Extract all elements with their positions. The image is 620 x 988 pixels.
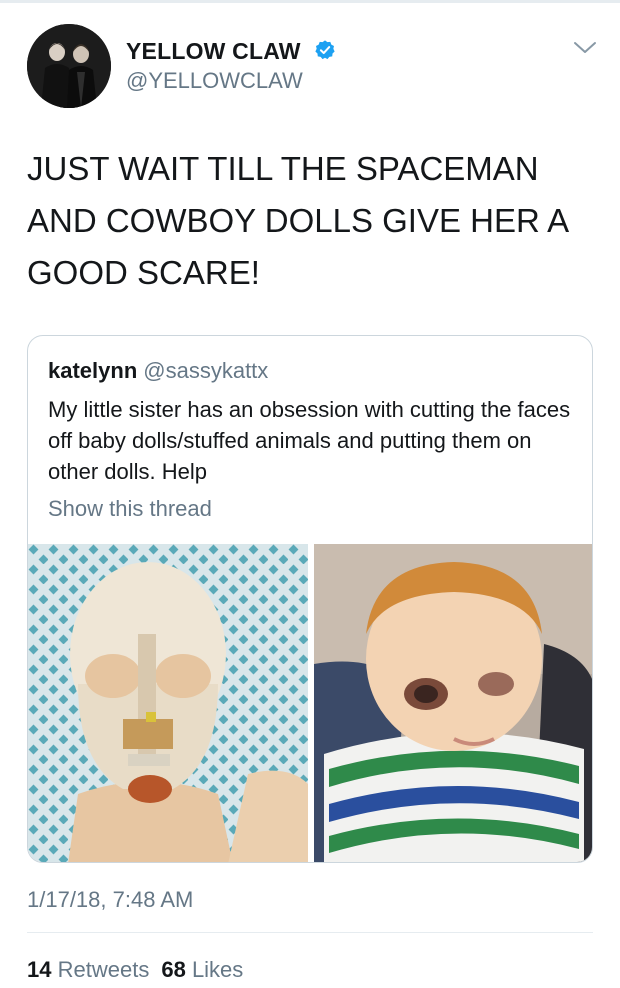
quoted-tweet-card[interactable]: katelynn @sassykattx My little sister has… <box>27 335 593 863</box>
retweets-label: Retweets <box>57 957 150 982</box>
media-image-1[interactable] <box>28 544 308 862</box>
verified-badge-icon <box>315 40 335 60</box>
quoted-tweet-media <box>28 544 592 862</box>
media-image-2[interactable] <box>314 544 592 862</box>
avatar-photo-icon <box>27 24 111 108</box>
retweets-count: 14 <box>27 957 52 982</box>
retweets-stat[interactable]: 14 Retweets <box>27 957 149 982</box>
author-handle[interactable]: @YELLOWCLAW <box>126 68 303 94</box>
avatar[interactable] <box>27 24 111 108</box>
quoted-author-name: katelynn <box>48 358 138 383</box>
likes-count: 68 <box>161 957 186 982</box>
stats-divider <box>27 932 593 933</box>
doll-baby-photo-icon <box>314 544 592 862</box>
quoted-tweet-text: My little sister has an obsession with c… <box>48 397 571 484</box>
likes-label: Likes <box>191 957 244 982</box>
doll-head-photo-icon <box>28 544 308 862</box>
tweet-text: JUST WAIT TILL THE SPACEMAN AND COWBOY D… <box>27 150 568 291</box>
show-thread-link[interactable]: Show this thread <box>48 496 212 522</box>
quoted-author-handle: @sassykattx <box>143 358 269 383</box>
quoted-tweet-header: katelynn @sassykattx <box>48 358 268 384</box>
tweet-timestamp[interactable]: 1/17/18, 7:48 AM <box>27 887 193 913</box>
likes-stat[interactable]: 68 Likes <box>161 957 243 982</box>
chevron-down-icon[interactable] <box>572 40 598 56</box>
author-display-name[interactable]: YELLOW CLAW <box>126 38 301 65</box>
tweet-stats: 14 Retweets 68 Likes <box>27 957 243 983</box>
top-divider <box>0 0 620 3</box>
